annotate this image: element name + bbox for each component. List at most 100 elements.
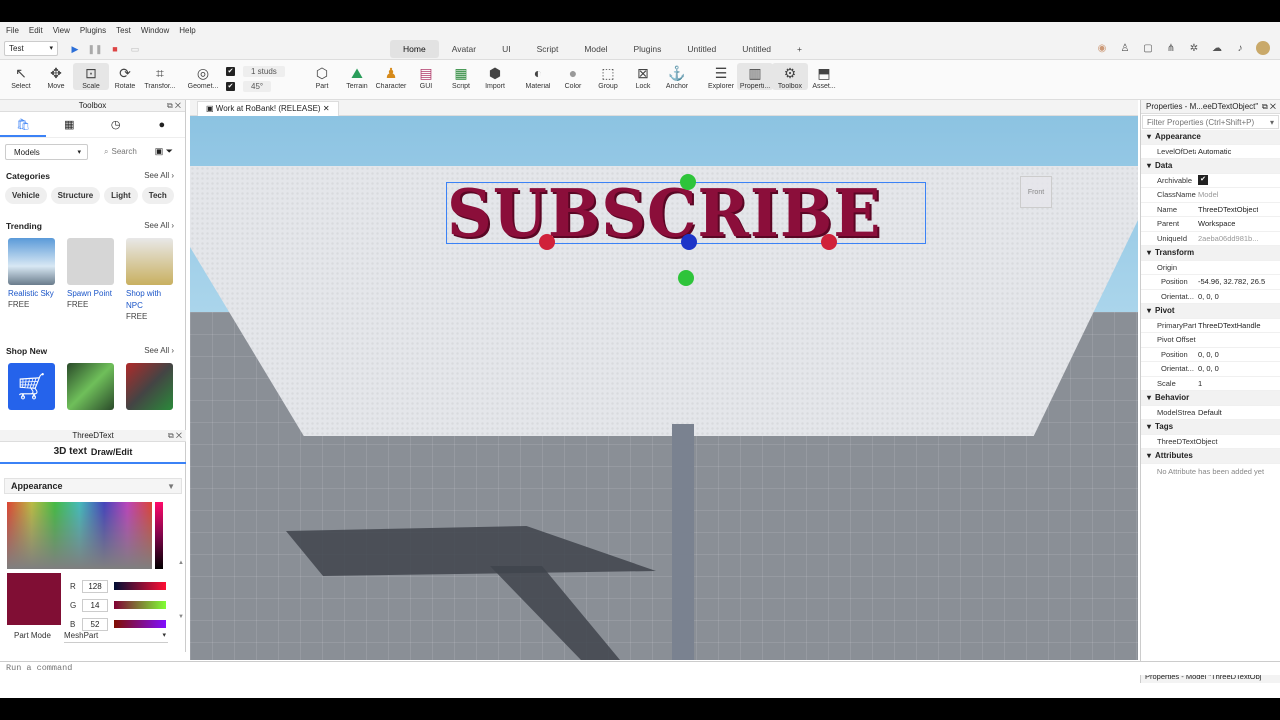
property-value[interactable]: 1 bbox=[1196, 379, 1202, 388]
tab-add[interactable]: + bbox=[784, 40, 815, 58]
menu-file[interactable]: File bbox=[6, 26, 19, 35]
tab-recent[interactable]: ◷ bbox=[93, 112, 139, 137]
properties-tool[interactable]: ▥ Properti... bbox=[737, 63, 773, 90]
property-value[interactable]: -54.96, 32.782, 26.5 bbox=[1196, 277, 1265, 286]
property-value[interactable]: Default bbox=[1196, 408, 1222, 417]
see-all-link[interactable]: See All › bbox=[144, 218, 174, 234]
property-value[interactable]: 2aeba06dd981b... bbox=[1196, 234, 1258, 243]
test-mode-select[interactable]: Test ▾ bbox=[4, 41, 58, 56]
property-row[interactable]: Pivot Offset bbox=[1141, 333, 1280, 348]
menu-test[interactable]: Test bbox=[116, 26, 131, 35]
notifications-icon[interactable]: ♪ bbox=[1233, 43, 1247, 54]
blue-slider[interactable] bbox=[114, 620, 166, 628]
rotate-snap-checkbox[interactable]: ✔ bbox=[226, 82, 235, 91]
property-value[interactable]: 0, 0, 0 bbox=[1196, 364, 1219, 373]
menu-help[interactable]: Help bbox=[179, 26, 195, 35]
image-icon[interactable]: ▣ bbox=[155, 146, 164, 156]
select-tool[interactable]: ↖ Select bbox=[3, 63, 39, 90]
property-row[interactable]: UniqueId 2aeba06dd981b... bbox=[1141, 232, 1280, 246]
search-input[interactable] bbox=[111, 147, 140, 156]
property-row[interactable]: ThreeDTextObject bbox=[1141, 435, 1280, 449]
red-slider[interactable] bbox=[114, 582, 166, 590]
color-picker-field[interactable] bbox=[7, 502, 152, 569]
filter-icon[interactable]: ⏷ bbox=[166, 146, 173, 156]
see-all-link[interactable]: See All › bbox=[144, 343, 174, 359]
property-row[interactable]: Name ThreeDTextObject bbox=[1141, 203, 1280, 217]
menu-edit[interactable]: Edit bbox=[29, 26, 43, 35]
script-tool[interactable]: ▦ Script bbox=[443, 63, 479, 90]
move-snap-value[interactable]: 1 studs bbox=[243, 66, 285, 77]
chevron-down-icon[interactable]: ▾ bbox=[1270, 118, 1274, 127]
property-row[interactable]: Orientat... 0, 0, 0 bbox=[1141, 290, 1280, 304]
property-value[interactable]: ✔ bbox=[1198, 175, 1208, 186]
stop-icon[interactable]: ■ bbox=[108, 42, 122, 56]
property-row[interactable]: Origin bbox=[1141, 261, 1280, 275]
move-snap-checkbox[interactable]: ✔ bbox=[226, 67, 235, 76]
tab-creations[interactable]: ● bbox=[139, 112, 185, 137]
tab-untitled-2[interactable]: Untitled bbox=[729, 40, 784, 58]
red-input[interactable]: 128 bbox=[82, 579, 108, 593]
asset-manager-tool[interactable]: ⬒ Asset... bbox=[806, 63, 842, 90]
command-input[interactable] bbox=[6, 663, 606, 673]
tab-model[interactable]: Model bbox=[571, 40, 620, 58]
scale-handle-green[interactable] bbox=[680, 174, 696, 190]
scale-handle-red-right[interactable] bbox=[821, 234, 837, 250]
chip-vehicle[interactable]: Vehicle bbox=[5, 187, 47, 204]
scale-handle-blue[interactable] bbox=[681, 234, 697, 250]
property-row[interactable]: Orientat... 0, 0, 0 bbox=[1141, 362, 1280, 377]
chat-icon[interactable]: ▢ bbox=[1141, 43, 1155, 54]
menu-view[interactable]: View bbox=[53, 26, 70, 35]
character-tool[interactable]: ♟ Character bbox=[373, 63, 409, 90]
cloud-icon[interactable]: ☁ bbox=[1210, 43, 1224, 54]
property-row[interactable]: LevelOfDetailAutomatic bbox=[1141, 145, 1280, 159]
geometry-tool[interactable]: ◎ Geomet... bbox=[185, 63, 221, 90]
category-select[interactable]: Models ▾ bbox=[5, 144, 88, 160]
menu-window[interactable]: Window bbox=[141, 26, 169, 35]
property-value[interactable]: 0, 0, 0 bbox=[1196, 350, 1219, 359]
property-row[interactable]: Scale 1 bbox=[1141, 377, 1280, 391]
draw-edit-tab[interactable]: 3D text Draw/Edit bbox=[0, 442, 186, 464]
group-tool[interactable]: ⬚ Group bbox=[590, 63, 626, 90]
property-value[interactable]: ThreeDTextObject bbox=[1196, 205, 1258, 214]
pause-icon[interactable]: ❚❚ bbox=[87, 42, 102, 56]
tab-ui[interactable]: UI bbox=[489, 40, 524, 58]
property-category[interactable]: ▾ Transform bbox=[1141, 246, 1280, 261]
gui-tool[interactable]: ▤ GUI bbox=[408, 63, 444, 90]
explorer-tool[interactable]: ☰ Explorer bbox=[703, 63, 739, 90]
toolbox-tool[interactable]: ⚙ Toolbox bbox=[772, 63, 808, 90]
assistant-icon[interactable]: ◉ bbox=[1095, 43, 1109, 54]
property-value[interactable]: Workspace bbox=[1196, 219, 1235, 228]
tab-avatar[interactable]: Avatar bbox=[439, 40, 489, 58]
collaborators-icon[interactable]: ♙ bbox=[1118, 43, 1132, 54]
green-slider[interactable] bbox=[114, 601, 166, 609]
close-icon[interactable]: ⧉ ✕ bbox=[167, 100, 181, 112]
tab-script[interactable]: Script bbox=[524, 40, 572, 58]
asset-card[interactable]: Shop with NPC FREE bbox=[126, 238, 173, 321]
terrain-tool[interactable]: ⛰ Terrain bbox=[339, 63, 375, 90]
avatar[interactable] bbox=[1256, 41, 1270, 55]
part-tool[interactable]: ⬡ Part bbox=[304, 63, 340, 90]
panel-scrollbar[interactable]: ▲ ▼ bbox=[178, 560, 184, 640]
close-icon[interactable]: ⧉ ✕ bbox=[1262, 100, 1276, 113]
property-value[interactable]: Automatic bbox=[1196, 147, 1231, 156]
property-row[interactable]: Parent Workspace bbox=[1141, 217, 1280, 232]
property-value[interactable]: 0, 0, 0 bbox=[1196, 292, 1219, 301]
chip-light[interactable]: Light bbox=[104, 187, 138, 204]
property-category[interactable]: ▾ Behavior bbox=[1141, 391, 1280, 406]
move-tool[interactable]: ✥ Move bbox=[38, 63, 74, 90]
close-icon[interactable]: ⧉ ✕ bbox=[168, 430, 182, 442]
chip-structure[interactable]: Structure bbox=[50, 187, 101, 204]
filter-input[interactable] bbox=[1147, 118, 1267, 127]
asset-card[interactable]: 🛒︎ bbox=[8, 363, 55, 410]
material-tool[interactable]: ◐ Material bbox=[520, 63, 556, 90]
scale-handle-red-left[interactable] bbox=[539, 234, 555, 250]
asset-card[interactable]: Realistic Sky FREE bbox=[8, 238, 55, 321]
transform-tool[interactable]: ⌗ Transfor... bbox=[142, 63, 178, 90]
property-category[interactable]: ▾ Pivot bbox=[1141, 304, 1280, 319]
asset-card[interactable] bbox=[67, 363, 114, 410]
anchor-tool[interactable]: ⚓ Anchor bbox=[659, 63, 695, 90]
tab-marketplace[interactable]: 🛍︎ bbox=[0, 112, 47, 137]
property-row[interactable]: ModelStrea...Default bbox=[1141, 406, 1280, 420]
property-category[interactable]: ▾ Tags bbox=[1141, 420, 1280, 435]
brightness-slider[interactable] bbox=[155, 502, 163, 569]
